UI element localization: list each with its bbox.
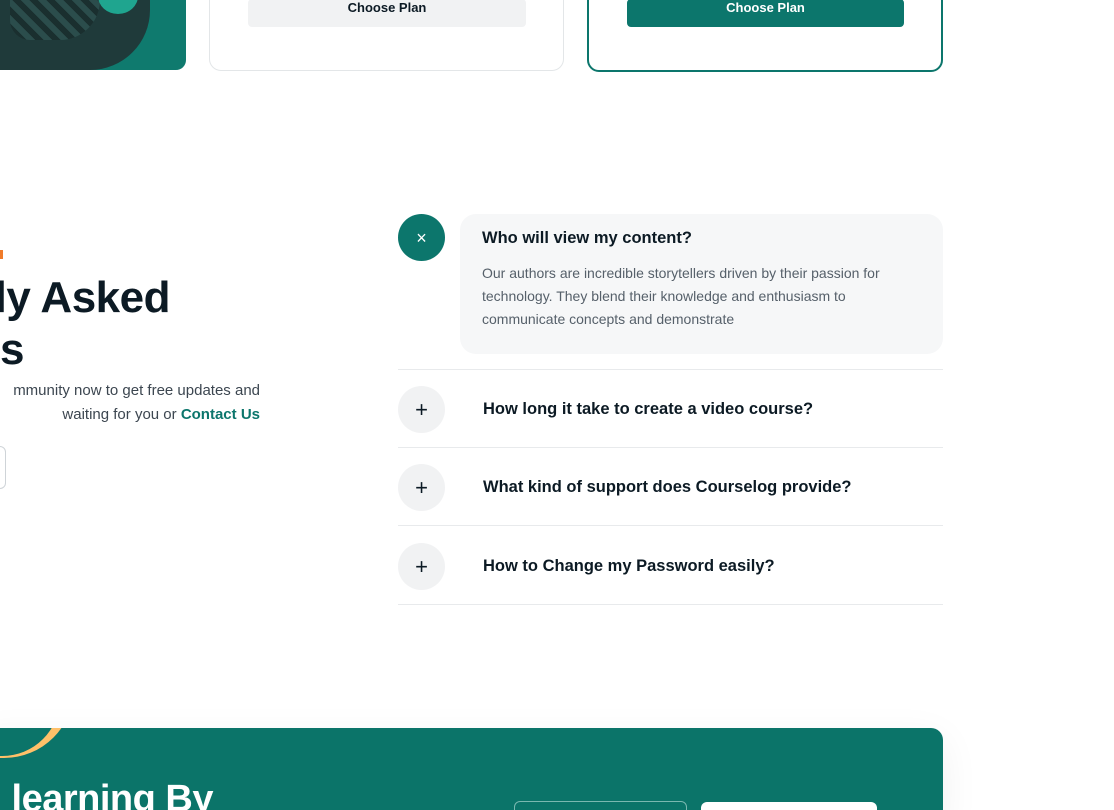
faq-item[interactable]: + How long it take to create a video cou… [398, 369, 943, 448]
plus-icon[interactable]: + [398, 386, 445, 433]
cta-primary-button[interactable] [701, 802, 877, 810]
faq-secondary-button[interactable] [0, 446, 6, 489]
faq-answer: Our authors are incredible storytellers … [482, 265, 880, 327]
choose-plan-button[interactable]: Choose Plan [248, 0, 526, 27]
close-icon[interactable]: × [398, 214, 445, 261]
faq-question[interactable]: What kind of support does Courselog prov… [483, 478, 852, 497]
cta-banner: learning By [0, 728, 943, 810]
faq-item-open[interactable]: × Who will view my content? Our authors … [398, 214, 943, 354]
faq-item[interactable]: + What kind of support does Courselog pr… [398, 447, 943, 526]
plus-icon[interactable]: + [398, 464, 445, 511]
faq-subtext: mmunity now to get free updates and wait… [0, 379, 260, 427]
faq-question[interactable]: Who will view my content? [482, 229, 921, 248]
faq-question[interactable]: How long it take to create a video cours… [483, 400, 813, 419]
faq-heading: ly Asked s [0, 272, 171, 376]
pricing-card-standard: Choose Plan [209, 0, 564, 71]
plus-icon[interactable]: + [398, 543, 445, 590]
cta-outline-button[interactable] [514, 801, 687, 810]
faq-heading-line1: ly Asked [0, 273, 171, 322]
contact-us-link[interactable]: Contact Us [181, 406, 260, 423]
faq-subtext-line1: mmunity now to get free updates and [13, 382, 260, 399]
faq-heading-line2: s [0, 325, 24, 374]
faq-subtext-line2: waiting for you or [62, 406, 177, 423]
faq-question[interactable]: How to Change my Password easily? [483, 557, 775, 576]
faq-item[interactable]: + How to Change my Password easily? [398, 525, 943, 605]
choose-plan-button-featured[interactable]: Choose Plan [627, 0, 904, 27]
cta-title: learning By [11, 778, 214, 810]
pricing-hero-image [0, 0, 186, 70]
faq-answer-panel: Who will view my content? Our authors ar… [460, 214, 943, 354]
pricing-card-featured: Choose Plan [587, 0, 943, 72]
section-accent-bar [0, 250, 3, 259]
